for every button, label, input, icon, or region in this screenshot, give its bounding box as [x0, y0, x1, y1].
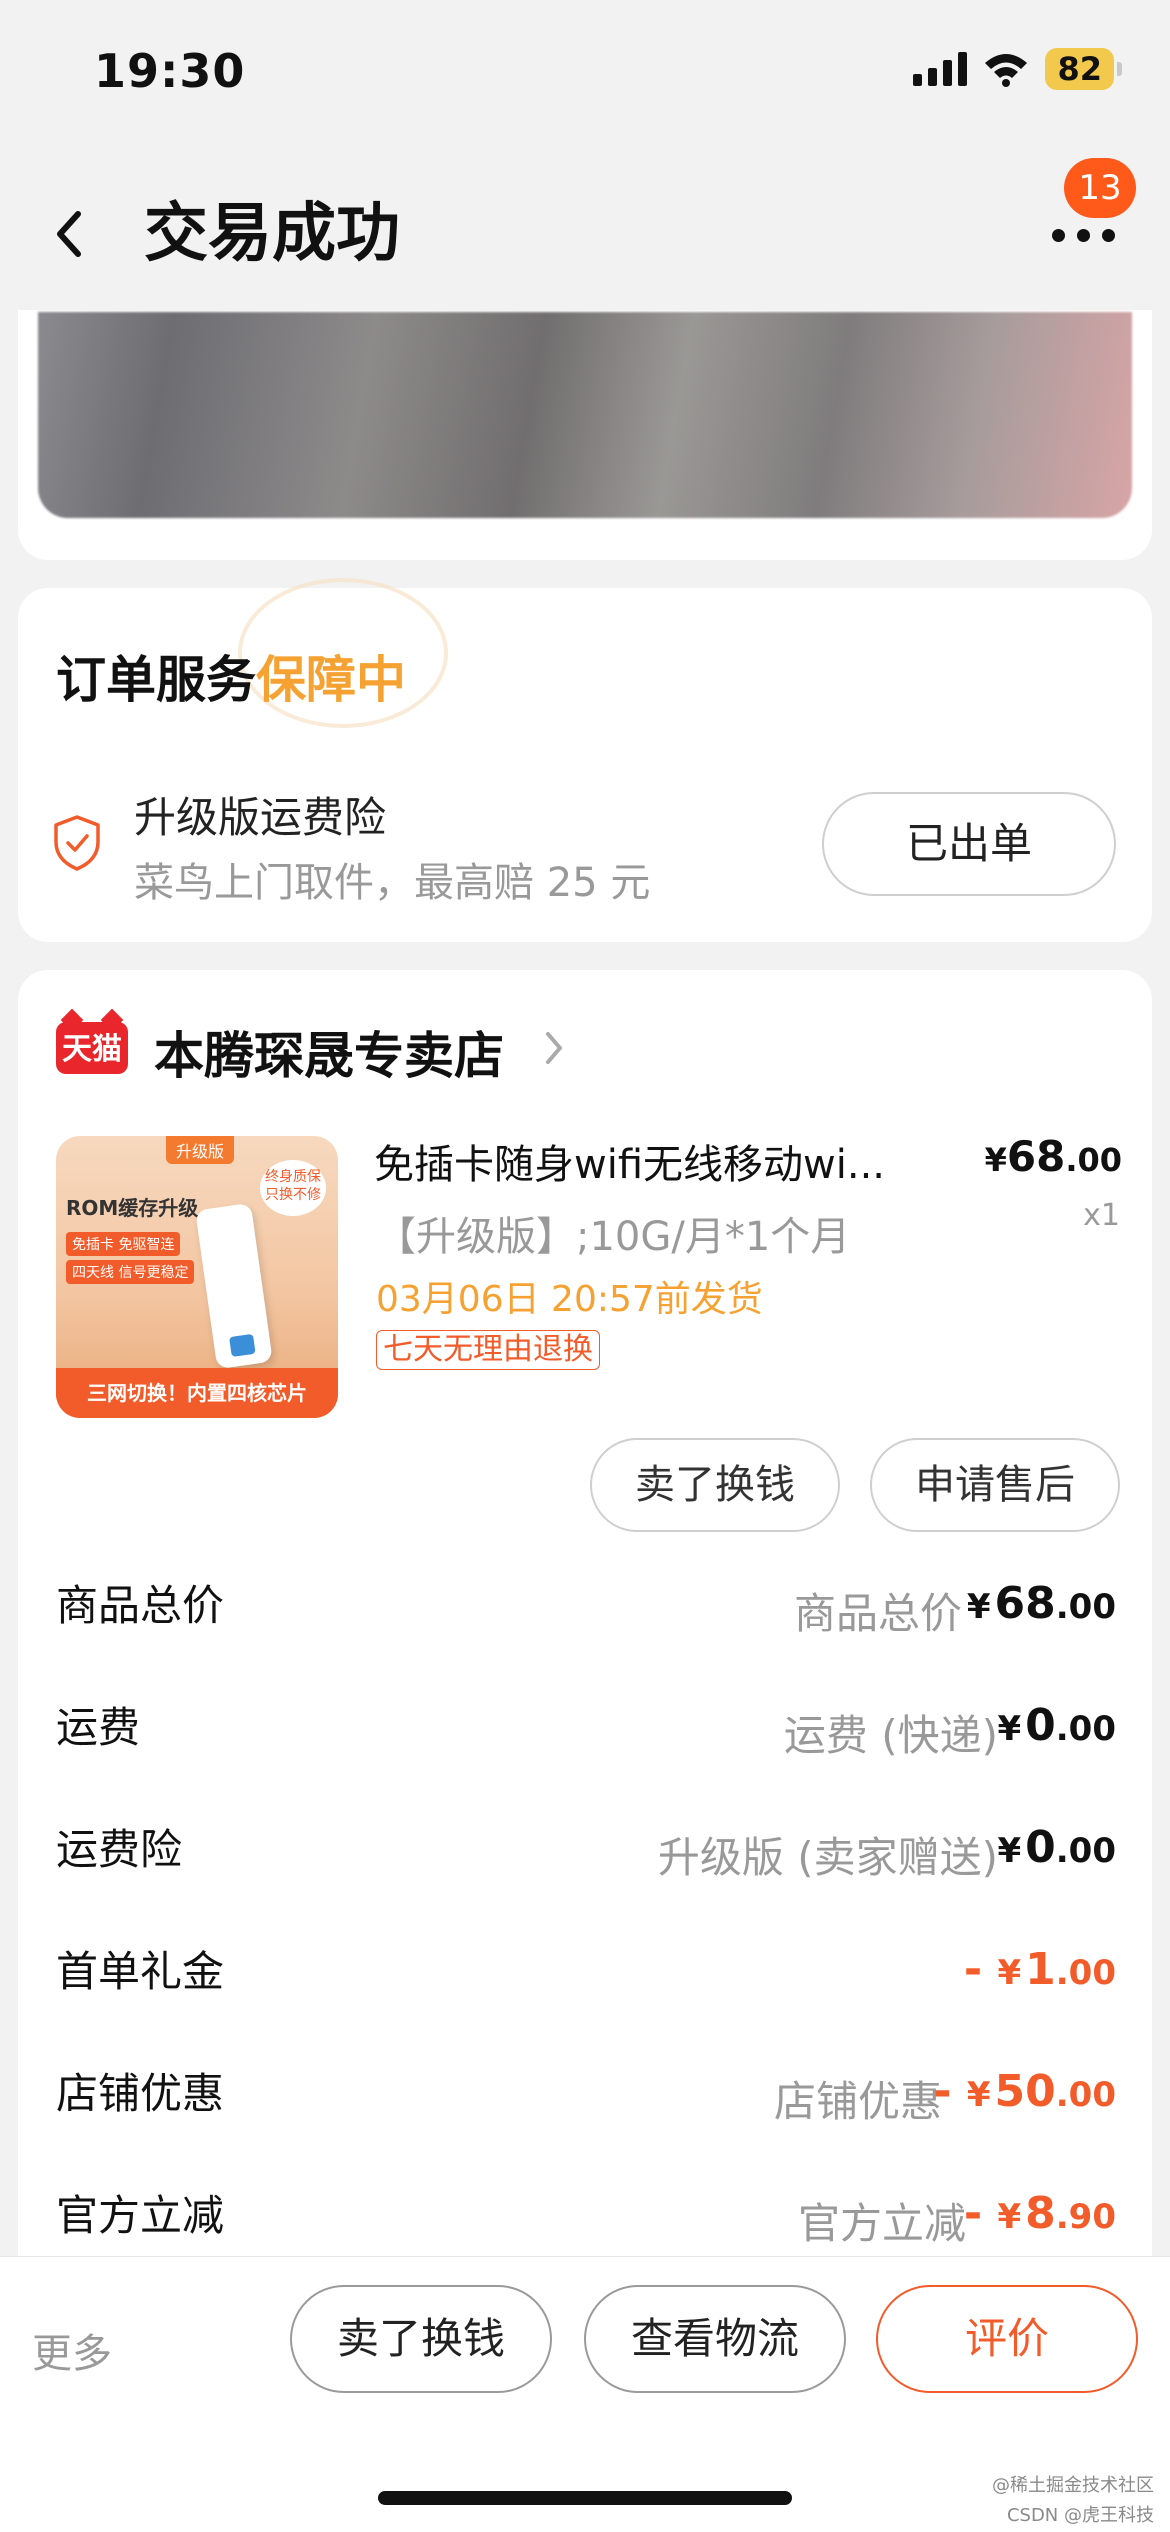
cellular-signal-icon: [913, 52, 968, 86]
amount-integer: 68: [994, 1578, 1056, 1629]
amount-sign: -: [963, 1944, 998, 1995]
chevron-right-icon[interactable]: [542, 1028, 566, 1068]
price-row: 运费险 升级版 (卖家赠送) ¥0.00: [18, 1816, 1152, 1882]
tmall-logo: 天猫: [56, 1022, 128, 1074]
product-price: ¥68.00: [985, 1132, 1122, 1181]
status-time: 19:30: [94, 44, 246, 98]
row-amount: - ¥1.00: [964, 1944, 1116, 1995]
product-quantity: x1: [1083, 1198, 1120, 1233]
row-label: 官方立减: [56, 2191, 225, 2240]
watermark: @稀土掘金技术社区: [992, 2475, 1154, 2496]
page-title: 交易成功: [144, 197, 400, 271]
product-image[interactable]: 升级版 ROM缓存升级 免插卡 免驱智连 四天线 信号更稳定 终身质保 只换不修…: [56, 1136, 338, 1418]
row-amount: - ¥8.90: [964, 2188, 1116, 2239]
row-subtitle: 运费 (快递): [783, 1711, 998, 1760]
product-sku: 【升级版】;10G/月*1个月: [376, 1214, 851, 1260]
amount-decimal: .00: [1055, 2075, 1116, 2115]
amount-sign: -: [963, 2188, 998, 2239]
amount-decimal: .90: [1055, 2197, 1116, 2237]
more-options-icon[interactable]: [1048, 220, 1118, 250]
store-name[interactable]: 本腾琛晟专卖店: [154, 1016, 504, 1088]
price-row: 官方立减 官方立减 - ¥8.90: [18, 2182, 1152, 2248]
product-image-bubble: 终身质保 只换不修: [260, 1160, 326, 1216]
notification-badge: 13: [1064, 158, 1136, 218]
after-sale-button[interactable]: 申请售后: [870, 1438, 1120, 1532]
order-service-card: 订单服务保障中 升级版运费险 菜鸟上门取件，最高赔 25 元 已出单: [18, 578, 1152, 942]
row-label: 运费: [56, 1703, 141, 1752]
amount-integer: 50: [994, 2066, 1056, 2117]
shield-check-icon: [54, 815, 100, 871]
issued-button[interactable]: 已出单: [822, 792, 1116, 896]
shipping-deadline: 03月06日 20:57前发货: [376, 1279, 763, 1320]
amount-integer: 1: [1025, 1944, 1056, 1995]
row-subtitle: 官方立减: [797, 2199, 966, 2248]
price-decimal: .00: [1065, 1141, 1122, 1179]
insurance-description: 菜鸟上门取件，最高赔 25 元: [134, 860, 651, 906]
amount-currency: ¥: [997, 1709, 1022, 1749]
row-label: 店铺优惠: [56, 2069, 225, 2118]
row-label: 运费险: [56, 1825, 183, 1874]
wifi-device-image: [195, 1202, 273, 1370]
amount-decimal: .00: [1055, 1831, 1116, 1871]
wifi-icon: [985, 54, 1028, 87]
product-image-chip: 四天线 信号更稳定: [66, 1260, 195, 1284]
blurred-banner-image: [38, 312, 1132, 518]
amount-sign: -: [933, 2066, 967, 2117]
product-image-chip: 免插卡 免驱智连: [66, 1232, 181, 1256]
row-amount: - ¥50.00: [933, 2066, 1116, 2117]
amount-currency: ¥: [997, 1953, 1022, 1993]
row-subtitle: 商品总价: [793, 1589, 962, 1638]
view-logistics-button[interactable]: 查看物流: [584, 2285, 846, 2393]
service-title-highlight: 保障中: [256, 651, 406, 709]
more-link[interactable]: 更多: [32, 2321, 112, 2379]
amount-decimal: .00: [1055, 1587, 1116, 1627]
row-subtitle: 升级版 (卖家赠送): [657, 1833, 998, 1882]
status-bar: 19:30 82: [0, 0, 1170, 140]
nav-bar: 交易成功 13: [0, 140, 1170, 310]
battery-indicator: 82: [1045, 48, 1122, 90]
back-arrow-icon[interactable]: [50, 204, 90, 264]
status-icons: 82: [913, 48, 1122, 90]
home-indicator[interactable]: [378, 2491, 792, 2505]
price-row: 运费 运费 (快递) ¥0.00: [18, 1694, 1152, 1760]
amount-currency: ¥: [997, 1831, 1022, 1871]
service-title: 订单服务保障中: [56, 640, 406, 712]
review-button[interactable]: 评价: [876, 2285, 1138, 2393]
price-currency: ¥: [984, 1141, 1007, 1179]
product-image-tag: 升级版: [166, 1136, 235, 1164]
watermark: CSDN @虎王科技: [1006, 2505, 1154, 2526]
order-card: 天猫 本腾琛晟专卖店 升级版 ROM缓存升级 免插卡 免驱智连 四天线 信号更稳…: [18, 970, 1152, 2270]
product-image-banner: 三网切换！内置四核芯片: [56, 1368, 338, 1418]
insurance-name: 升级版运费险: [134, 793, 387, 842]
price-row: 店铺优惠 店铺优惠 - ¥50.00: [18, 2060, 1152, 2126]
sell-for-cash-button[interactable]: 卖了换钱: [590, 1438, 840, 1532]
price-row: 首单礼金 - ¥1.00: [18, 1938, 1152, 1998]
row-amount: ¥68.00: [967, 1578, 1116, 1629]
amount-currency: ¥: [997, 2197, 1022, 2237]
return-policy-tag: 七天无理由退换: [376, 1330, 600, 1370]
row-amount: ¥0.00: [997, 1822, 1116, 1873]
amount-integer: 8: [1025, 2188, 1056, 2239]
price-row: 商品总价 商品总价 ¥68.00: [18, 1572, 1152, 1638]
amount-currency: ¥: [966, 1587, 991, 1627]
product-title[interactable]: 免插卡随身wifi无线移动wi...: [374, 1132, 964, 1190]
amount-decimal: .00: [1055, 1953, 1116, 1993]
row-amount: ¥0.00: [997, 1700, 1116, 1751]
price-integer: 68: [1006, 1132, 1066, 1181]
amount-integer: 0: [1025, 1822, 1056, 1873]
amount-integer: 0: [1025, 1700, 1056, 1751]
bottom-action-bar: 更多 卖了换钱 查看物流 评价 @稀土掘金技术社区 CSDN @虎王科技: [0, 2256, 1170, 2532]
top-card: [18, 310, 1152, 560]
amount-currency: ¥: [966, 2075, 991, 2115]
amount-decimal: .00: [1055, 1709, 1116, 1749]
row-label: 首单礼金: [56, 1947, 225, 1996]
product-image-title: ROM缓存升级: [66, 1196, 199, 1220]
service-title-prefix: 订单服务: [56, 651, 256, 709]
row-subtitle: 店铺优惠: [773, 2077, 942, 2126]
bottom-sell-for-cash-button[interactable]: 卖了换钱: [290, 2285, 552, 2393]
row-label: 商品总价: [56, 1581, 225, 1630]
